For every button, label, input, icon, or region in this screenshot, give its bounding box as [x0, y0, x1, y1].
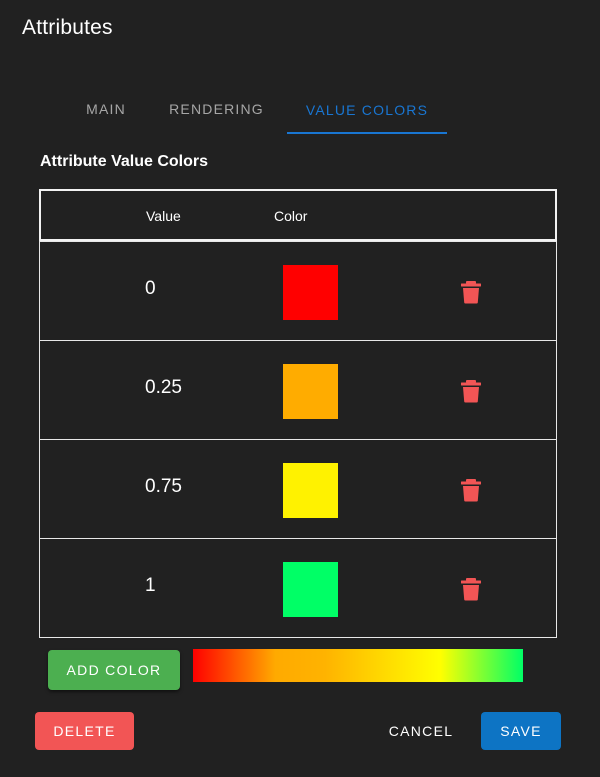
trash-icon[interactable]: [460, 478, 482, 502]
tab-rendering[interactable]: RENDERING: [146, 86, 287, 132]
color-gradient-preview: [193, 649, 523, 682]
tab-main[interactable]: MAIN: [66, 86, 146, 132]
delete-button[interactable]: DELETE: [35, 712, 134, 750]
trash-icon[interactable]: [460, 280, 482, 304]
color-swatch[interactable]: [283, 463, 338, 518]
add-color-button[interactable]: ADD COLOR: [48, 650, 180, 690]
table-row: 0.25: [39, 341, 557, 440]
table-row: 1: [39, 539, 557, 638]
row-value: 1: [145, 575, 156, 596]
table-header: Value Color: [39, 189, 557, 241]
color-swatch[interactable]: [283, 364, 338, 419]
color-swatch[interactable]: [283, 265, 338, 320]
cancel-button[interactable]: CANCEL: [375, 712, 467, 750]
color-swatch[interactable]: [283, 562, 338, 617]
trash-icon[interactable]: [460, 577, 482, 601]
row-value: 0.25: [145, 377, 182, 398]
trash-icon[interactable]: [460, 379, 482, 403]
dialog-title: Attributes: [22, 16, 113, 39]
header-value: Value: [146, 208, 181, 224]
tab-value-colors[interactable]: VALUE COLORS: [287, 86, 447, 134]
row-value: 0.75: [145, 476, 182, 497]
section-title: Attribute Value Colors: [40, 153, 209, 170]
table-row: 0.75: [39, 440, 557, 539]
row-value: 0: [145, 278, 156, 299]
table-row: 0: [39, 241, 557, 341]
save-button[interactable]: SAVE: [481, 712, 561, 750]
tab-bar: MAIN RENDERING VALUE COLORS: [66, 86, 447, 134]
header-color: Color: [274, 208, 308, 224]
value-colors-table: Value Color 0 0.25 0.75 1: [39, 189, 557, 638]
